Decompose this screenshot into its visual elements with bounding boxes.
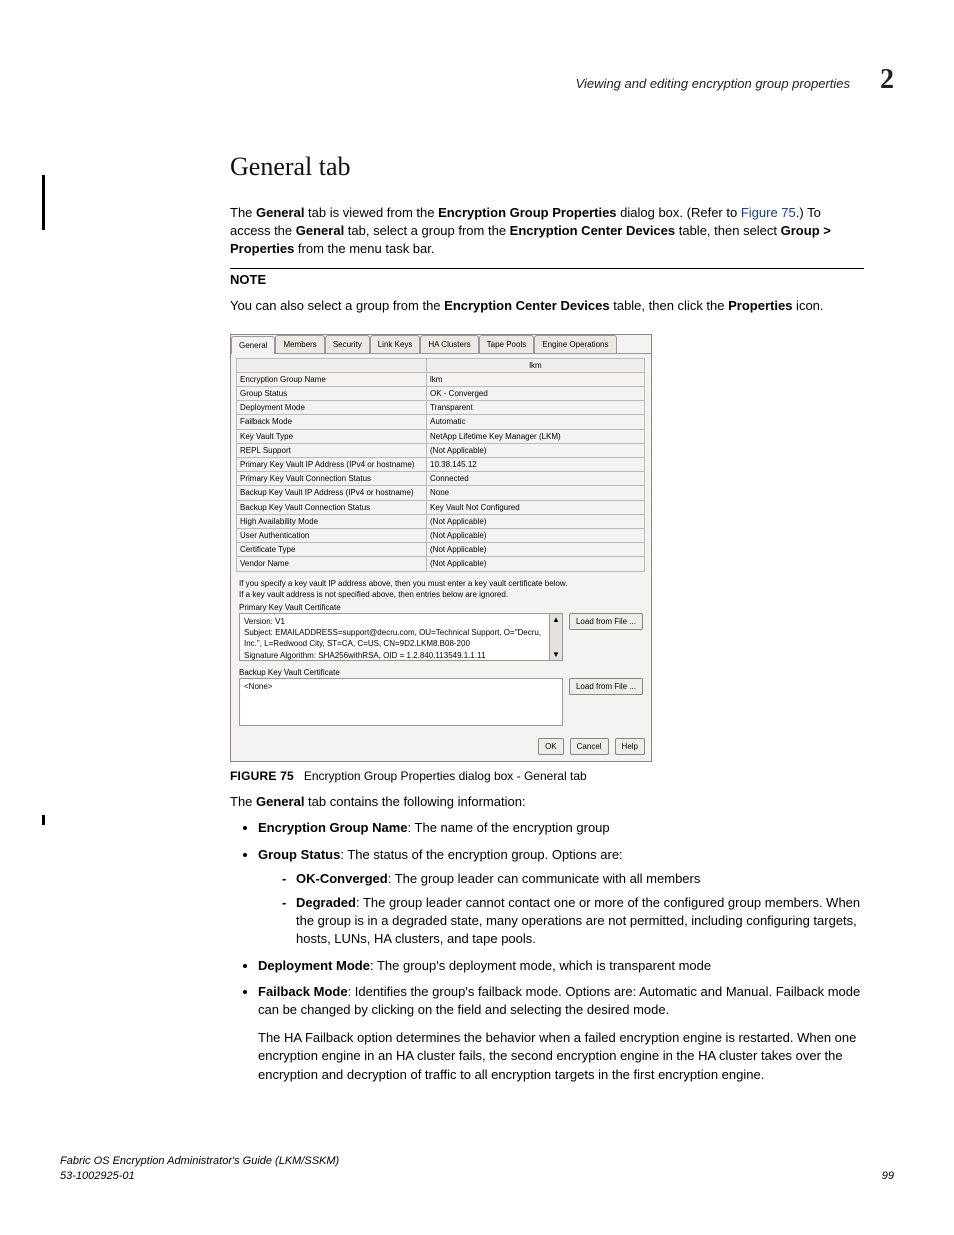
note-body: You can also select a group from the Enc… (230, 297, 864, 315)
row-value[interactable]: lkm (426, 372, 645, 387)
intro-paragraph: The General tab is viewed from the Encry… (230, 204, 864, 259)
primary-cert-label: Primary Key Vault Certificate (239, 602, 643, 613)
dialog-help-text: If you specify a key vault IP address ab… (239, 578, 643, 600)
tab-security[interactable]: Security (325, 335, 370, 353)
ok-button[interactable]: OK (538, 738, 564, 755)
load-backup-button[interactable]: Load from File ... (569, 678, 643, 695)
tab-ha-clusters[interactable]: HA Clusters (420, 335, 478, 353)
list-subitem: OK-Converged: The group leader can commu… (282, 870, 864, 888)
list-item: Group Status: The status of the encrypti… (258, 846, 864, 949)
load-primary-button[interactable]: Load from File ... (569, 613, 643, 630)
backup-cert-area[interactable]: <None> (239, 678, 563, 726)
tab-members[interactable]: Members (275, 335, 324, 353)
help-button[interactable]: Help (615, 738, 645, 755)
scrollbar[interactable]: ▲▼ (549, 614, 562, 660)
page-footer: Fabric OS Encryption Administrator's Gui… (60, 1154, 894, 1185)
tab-general[interactable]: General (231, 336, 275, 354)
row-label: Encryption Group Name (236, 372, 427, 387)
list-item: Deployment Mode: The group's deployment … (258, 957, 864, 975)
footer-doc-number: 53-1002925-01 (60, 1169, 339, 1184)
properties-grid: lkm Encryption Group Namelkm Group Statu… (237, 358, 645, 572)
tab-tape-pools[interactable]: Tape Pools (479, 335, 535, 353)
list-item: Failback Mode: Identifies the group's fa… (258, 983, 864, 1084)
list-subitem: Degraded: The group leader cannot contac… (282, 894, 864, 949)
chapter-number: 2 (880, 60, 894, 99)
tab-link-keys[interactable]: Link Keys (370, 335, 421, 353)
page-number: 99 (882, 1169, 894, 1184)
backup-cert-label: Backup Key Vault Certificate (239, 667, 643, 678)
running-header: Viewing and editing encryption group pro… (60, 60, 894, 99)
primary-cert-area[interactable]: Version: V1 Subject: EMAILADDRESS=suppor… (239, 613, 563, 661)
tab-engine-ops[interactable]: Engine Operations (534, 335, 616, 353)
footer-doc-title: Fabric OS Encryption Administrator's Gui… (60, 1154, 339, 1169)
figure-caption: FIGURE 75 Encryption Group Properties di… (230, 768, 864, 785)
section-title: General tab (230, 149, 864, 185)
list-item: Encryption Group Name: The name of the e… (258, 819, 864, 837)
dialog-box: General Members Security Link Keys HA Cl… (230, 334, 652, 763)
info-list: Encryption Group Name: The name of the e… (230, 819, 864, 1083)
dialog-tabs: General Members Security Link Keys HA Cl… (231, 335, 651, 354)
failback-paragraph: The HA Failback option determines the be… (258, 1029, 864, 1084)
running-title: Viewing and editing encryption group pro… (576, 75, 850, 93)
cancel-button[interactable]: Cancel (570, 738, 609, 755)
figure-wrap: General Members Security Link Keys HA Cl… (230, 334, 864, 786)
content-lead: The General tab contains the following i… (230, 793, 864, 811)
note-label: NOTE (230, 271, 864, 289)
note-rule (230, 268, 864, 269)
figure-link[interactable]: Figure 75 (741, 205, 796, 220)
